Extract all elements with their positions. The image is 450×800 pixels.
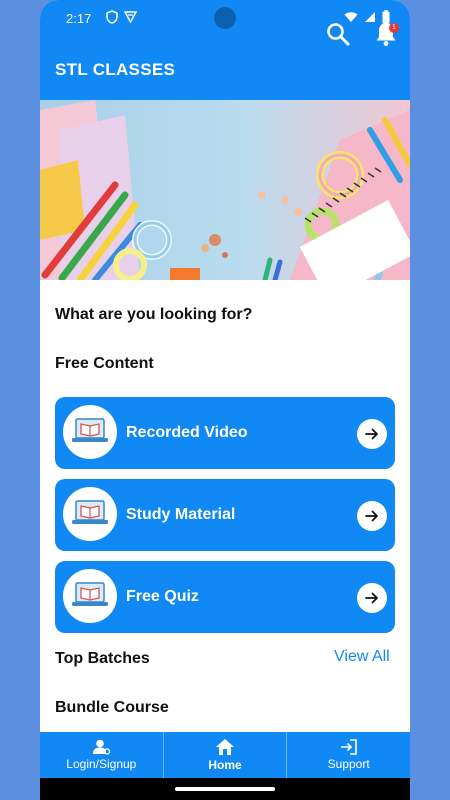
home-gesture-bar[interactable] [175, 787, 275, 791]
nav-label: Support [327, 757, 370, 771]
search-button[interactable] [324, 20, 352, 48]
card-label: Recorded Video [126, 424, 248, 441]
arrow-right-icon [365, 510, 378, 522]
status-time: 2:17 [66, 11, 92, 26]
nav-label: Login/Signup [66, 757, 137, 771]
banner-image [40, 100, 410, 280]
vpn-icon [124, 11, 137, 23]
free-content-heading: Free Content [55, 355, 154, 372]
arrow-right-icon [365, 592, 378, 604]
search-icon [327, 23, 350, 46]
card-arrow-button[interactable] [357, 501, 387, 531]
study-material-card[interactable]: Study Material [55, 479, 395, 551]
laptop-book-icon [72, 418, 108, 442]
app-bar: STL CLASSES [40, 36, 410, 100]
card-arrow-button[interactable] [357, 419, 387, 449]
nav-label: Home [208, 758, 242, 772]
looking-for-heading: What are you looking for? [55, 306, 253, 323]
nav-support[interactable]: Support [287, 732, 410, 778]
view-all-link[interactable]: View All [334, 648, 390, 666]
user-icon [93, 739, 111, 755]
recorded-video-card[interactable]: Recorded Video [55, 397, 395, 469]
login-arrow-icon [340, 739, 357, 755]
card-label: Study Material [126, 506, 236, 523]
app-title: STL CLASSES [55, 60, 176, 79]
notification-badge: 1 [389, 23, 399, 33]
top-batches-heading: Top Batches [55, 650, 150, 667]
card-arrow-button[interactable] [357, 583, 387, 613]
home-icon [216, 739, 234, 755]
bottom-navigation: Login/Signup Home Support [40, 732, 410, 778]
stationery-illustration [40, 100, 410, 280]
nav-login-signup[interactable]: Login/Signup [40, 732, 164, 778]
card-label: Free Quiz [126, 588, 199, 605]
phone-screen: 2:17 STL CLASSES 1 What are you looking … [40, 0, 410, 800]
shield-icon [106, 10, 118, 24]
status-bar: 2:17 [40, 0, 410, 36]
nav-home[interactable]: Home [164, 732, 288, 778]
camera-cutout [214, 7, 236, 29]
free-quiz-card[interactable]: Free Quiz [55, 561, 395, 633]
bundle-course-heading: Bundle Course [55, 699, 169, 716]
arrow-right-icon [365, 428, 378, 440]
laptop-book-icon [72, 582, 108, 606]
laptop-book-icon [72, 500, 108, 524]
gesture-area [40, 778, 410, 800]
